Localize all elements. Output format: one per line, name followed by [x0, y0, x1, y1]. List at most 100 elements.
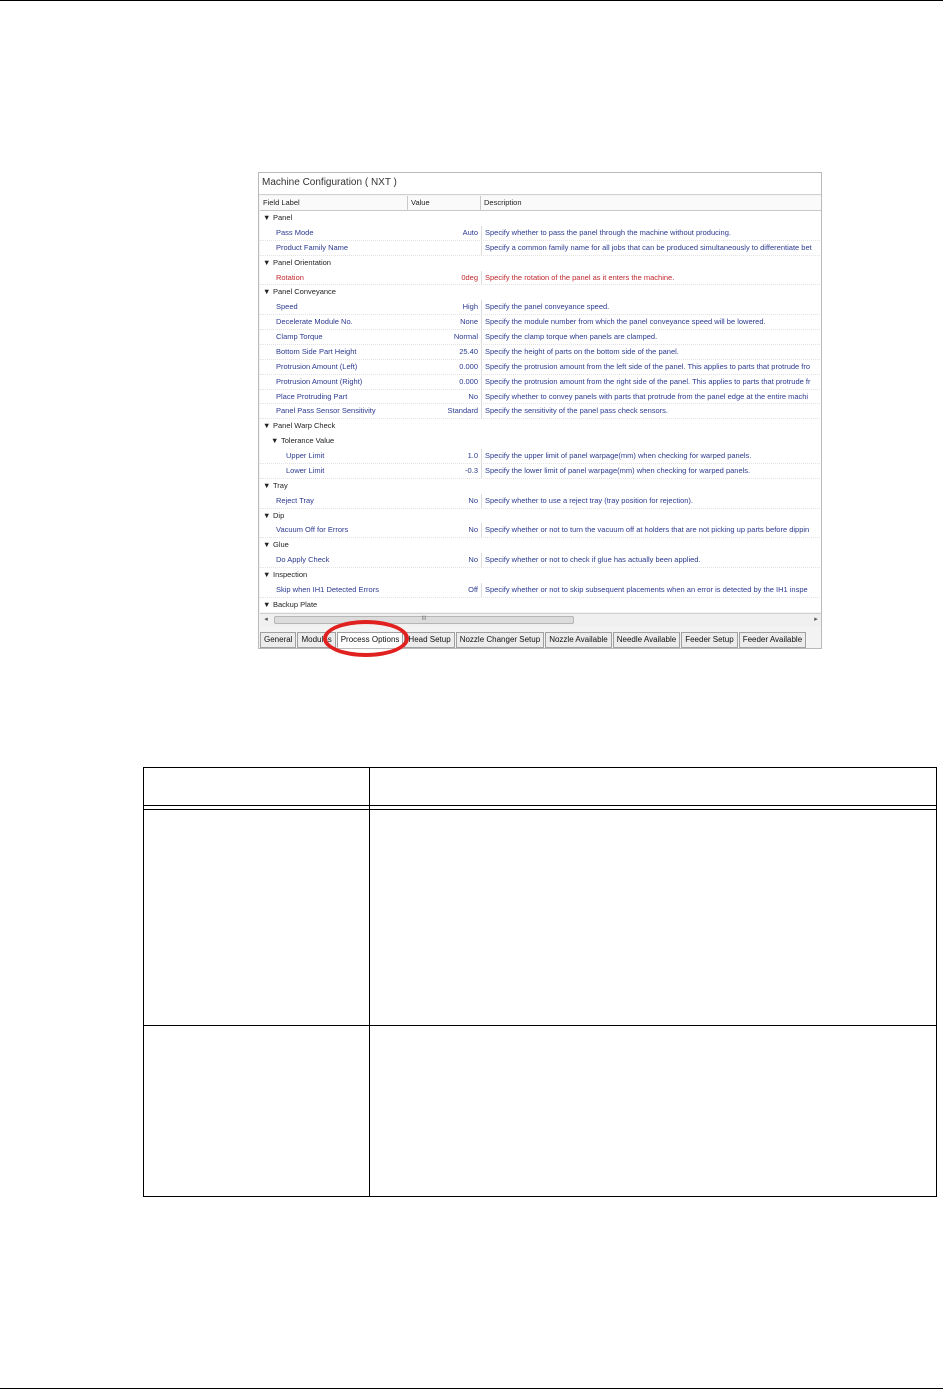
tab-nozzle-changer-setup[interactable]: Nozzle Changer Setup [455, 632, 545, 648]
property-row[interactable]: Protrusion Amount (Right) 0.000 Specify th… [260, 374, 821, 390]
category-label: Panel Warp Check [273, 421, 336, 431]
expand-triangle-icon[interactable]: ▼ [260, 256, 273, 271]
expand-triangle-icon[interactable]: ▼ [260, 419, 273, 434]
category-label: Tray [273, 480, 288, 490]
category-label: Tolerance Value [281, 436, 335, 446]
table-border-right [936, 767, 937, 1197]
property-row[interactable]: Do Apply Check No Specify whether or not t… [260, 553, 821, 568]
property-row[interactable]: Pass Mode Auto Specify whether to pass the… [260, 225, 821, 241]
property-description: Specify the lower limit of panel warpage… [481, 463, 821, 478]
table-border-top [143, 767, 937, 768]
grid-rows: ▼ Panel Pass Mode Auto Specify whether to pa… [260, 211, 821, 612]
property-label: Pass Mode [276, 227, 314, 237]
table-header-rule [143, 805, 937, 806]
scroll-right-icon[interactable]: ▸ [810, 614, 821, 626]
expand-triangle-icon[interactable]: ▼ [260, 568, 273, 583]
document-table [143, 767, 937, 1197]
tab-head-setup[interactable]: Head Setup [404, 632, 455, 648]
category-row[interactable]: ▼ Backup Plate [260, 598, 821, 612]
category-row[interactable]: ▼ Panel [260, 211, 821, 226]
property-value: 25.40 [459, 346, 478, 356]
category-row[interactable]: ▼ Tray [260, 479, 821, 494]
property-row[interactable]: Vacuum Off for Errors No Specify whether o… [260, 523, 821, 539]
expand-triangle-icon[interactable]: ▼ [260, 211, 273, 226]
expand-triangle-icon[interactable]: ▼ [260, 509, 273, 524]
expand-triangle-icon[interactable]: ▼ [260, 285, 273, 300]
scroll-left-icon[interactable]: ◂ [260, 614, 272, 626]
tab-feeder-available[interactable]: Feeder Available [738, 632, 807, 648]
property-label: Protrusion Amount (Left) [276, 361, 358, 371]
property-row[interactable]: Lower Limit -0.3 Specify the lower limit o… [260, 463, 821, 479]
expand-triangle-icon[interactable]: ▼ [260, 598, 273, 612]
expand-triangle-icon[interactable]: ▼ [260, 538, 273, 553]
property-label: Bottom Side Part Height [276, 346, 357, 356]
machine-configuration-window: Machine Configuration ( NXT ) Field Labe… [258, 172, 822, 649]
property-label: Skip when IH1 Detected Errors [276, 584, 379, 594]
property-value: High [462, 302, 478, 312]
property-value: Standard [447, 406, 478, 416]
property-row[interactable]: Place Protruding Part No Specify whether t… [260, 389, 821, 405]
category-label: Inspection [273, 570, 308, 579]
expand-triangle-icon[interactable]: ▼ [268, 434, 281, 449]
property-description: Specify the rotation of the panel as it … [481, 270, 821, 285]
property-value: No [468, 391, 478, 401]
category-row[interactable]: ▼ Panel Orientation [260, 256, 821, 271]
top-rule [0, 0, 943, 1]
property-row[interactable]: Bottom Side Part Height 25.40 Specify the … [260, 344, 821, 360]
column-description[interactable]: Description [481, 196, 821, 210]
table-border-bottom [143, 1196, 937, 1197]
property-row[interactable]: Skip when IH1 Detected Errors Off Specify … [260, 582, 821, 598]
property-row[interactable]: Product Family Name Specify a common fami… [260, 240, 821, 256]
property-row[interactable]: Clamp Torque Normal Specify the clamp torq… [260, 330, 821, 345]
tab-feeder-setup[interactable]: Feeder Setup [681, 632, 738, 648]
property-label: Reject Tray [276, 495, 314, 505]
property-value: 0.000 [459, 361, 478, 371]
tab-nozzle-available[interactable]: Nozzle Available [545, 632, 612, 648]
property-label: Lower Limit [286, 465, 325, 475]
property-description: Specify the module number from which the… [481, 315, 821, 329]
category-row[interactable]: ▼ Panel Conveyance [260, 285, 821, 300]
property-label: Vacuum Off for Errors [276, 525, 349, 535]
property-row[interactable]: Reject Tray No Specify whether to use a re… [260, 493, 821, 509]
property-description: Specify the protrusion amount from the l… [481, 359, 821, 374]
property-row[interactable]: Speed High Specify the panel conveyance sp… [260, 300, 821, 316]
property-label: Do Apply Check [276, 555, 330, 565]
property-row[interactable]: Rotation 0deg Specify the rotation of the … [260, 270, 821, 286]
process-options-highlight-ring [323, 620, 409, 657]
property-description: Specify the clamp torque when panels are… [481, 330, 821, 344]
category-row[interactable]: ▼ Inspection [260, 568, 821, 583]
property-description: Specify whether or not to skip subsequen… [481, 582, 821, 597]
property-label: Panel Pass Sensor Sensitivity [276, 406, 376, 416]
property-description: Specify the height of parts on the botto… [481, 344, 821, 359]
property-description: Specify whether to use a reject tray (tr… [481, 493, 821, 508]
tab-needle-available[interactable]: Needle Available [612, 632, 681, 648]
property-grid[interactable]: Field Label Value Description ▼ Panel Pass… [260, 196, 821, 612]
category-label: Dip [273, 510, 285, 520]
property-description: Specify whether to convey panels with pa… [481, 389, 821, 404]
property-label: Clamp Torque [276, 332, 323, 341]
subcategory-row[interactable]: ▼ Tolerance Value [260, 434, 821, 449]
property-row[interactable]: Decelerate Module No. None Specify the mod… [260, 315, 821, 330]
grid-header: Field Label Value Description [260, 196, 821, 211]
property-row[interactable]: Upper Limit 1.0 Specify the upper limit of… [260, 449, 821, 464]
column-field-label[interactable]: Field Label [260, 196, 408, 210]
property-label: Product Family Name [276, 242, 349, 252]
tab-general[interactable]: General [260, 632, 297, 648]
property-row[interactable]: Panel Pass Sensor Sensitivity Standard Spe… [260, 404, 821, 420]
property-description: Specify the panel conveyance speed. [481, 300, 821, 315]
expand-triangle-icon[interactable]: ▼ [260, 479, 273, 494]
category-row[interactable]: ▼ Panel Warp Check [260, 419, 821, 434]
scrollbar-thumb[interactable]: III [274, 616, 574, 624]
property-value: -0.3 [465, 465, 478, 475]
property-value: No [468, 525, 478, 535]
property-value: 0.000 [459, 376, 478, 386]
category-row[interactable]: ▼ Dip [260, 509, 821, 524]
property-row[interactable]: Protrusion Amount (Left) 0.000 Specify the… [260, 359, 821, 375]
property-description: Specify the upper limit of panel warpage… [481, 449, 821, 463]
table-column-divider [369, 767, 370, 1197]
category-row[interactable]: ▼ Glue [260, 538, 821, 553]
property-label: Decelerate Module No. [276, 317, 353, 327]
property-label: Upper Limit [286, 451, 325, 460]
column-value[interactable]: Value [408, 196, 481, 210]
property-description: Specify whether or not to turn the vacuu… [481, 523, 821, 538]
